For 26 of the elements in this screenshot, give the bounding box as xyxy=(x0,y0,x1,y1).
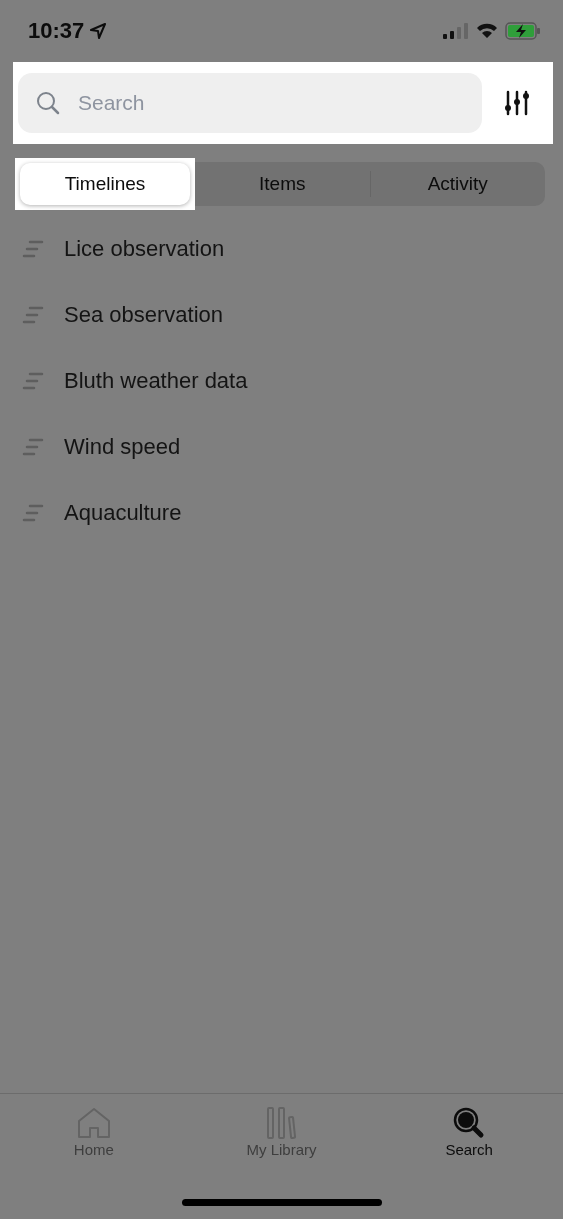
tab-bar-item[interactable]: My Library xyxy=(187,1094,376,1159)
search-icon xyxy=(36,91,60,115)
timeline-icon xyxy=(22,372,44,390)
signal-icon xyxy=(443,23,469,39)
timeline-icon xyxy=(22,306,44,324)
wifi-icon xyxy=(476,23,498,39)
search-field[interactable]: Search xyxy=(18,73,482,133)
segment-tab[interactable]: Activity xyxy=(370,162,545,206)
tab-bar-item[interactable]: Home xyxy=(0,1094,188,1159)
timeline-icon xyxy=(22,240,44,258)
clock-time: 10:37 xyxy=(28,18,85,44)
sliders-icon xyxy=(504,90,530,116)
timeline-icon xyxy=(22,504,44,522)
home-icon xyxy=(76,1107,111,1139)
timeline-name[interactable]: Wind speed xyxy=(64,434,181,460)
segment-tab[interactable]: Timelines xyxy=(20,163,190,205)
tab-bar-item[interactable]: Search xyxy=(375,1094,563,1159)
timeline-icon xyxy=(22,438,44,456)
location-icon xyxy=(90,23,107,39)
timeline-name[interactable]: Aquaculture xyxy=(64,500,182,526)
timeline-name[interactable]: Sea observation xyxy=(64,302,223,328)
segment-tab[interactable]: Items xyxy=(195,162,370,206)
library-icon xyxy=(264,1107,299,1139)
timeline-name[interactable]: Lice observation xyxy=(64,236,225,262)
battery-icon xyxy=(505,22,541,40)
timeline-name[interactable]: Bluth weather data xyxy=(64,368,248,394)
